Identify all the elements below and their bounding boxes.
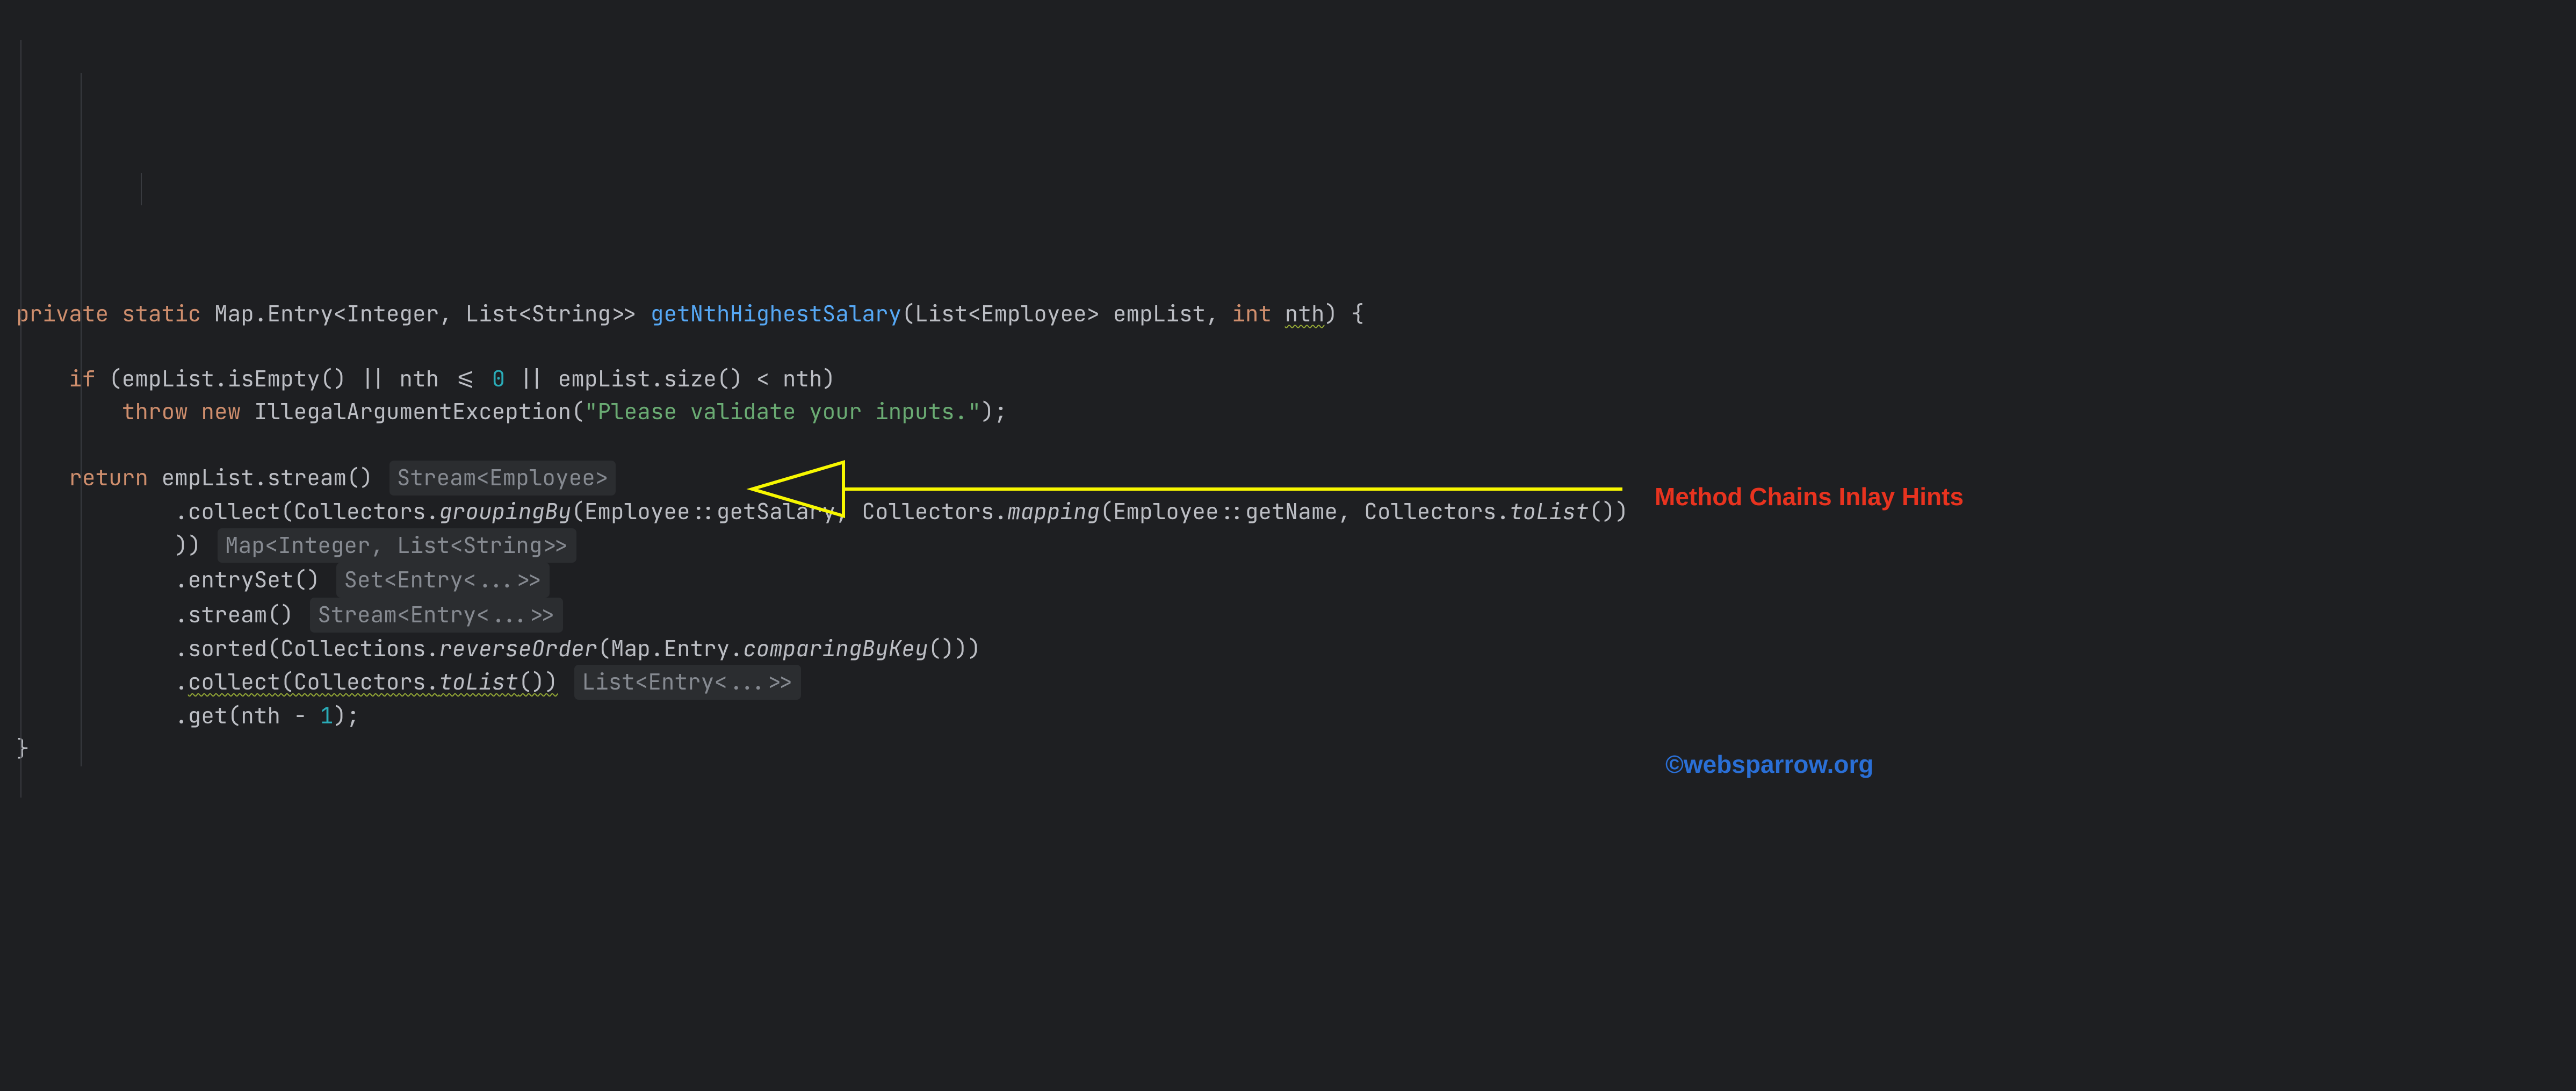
string-literal: "Please validate your inputs." [585, 397, 981, 426]
inlay-hint-map[interactable]: Map<Integer, List<String>> [218, 528, 576, 563]
exception-type: IllegalArgumentException( [254, 397, 585, 426]
close-brace: } [16, 734, 30, 763]
param-nth: nth [1285, 299, 1325, 328]
inlay-hint-set[interactable]: Set<Entry<...>> [336, 563, 550, 598]
inlay-hint-list[interactable]: List<Entry<...>> [574, 665, 801, 700]
collect2-close: ()) [518, 667, 558, 697]
indent-guide [141, 173, 142, 205]
collect-mid: (Employee::getSalary, Collectors. [571, 497, 1007, 526]
keyword-throw: throw [122, 397, 188, 426]
inlay-hint-stream-employee[interactable]: Stream<Employee> [389, 461, 616, 496]
method-name: getNthHighestSalary [651, 299, 901, 328]
keyword-private: private [16, 299, 109, 328]
collect-mid2: (Employee::getName, Collectors. [1100, 497, 1510, 526]
code-editor[interactable]: private static Map.Entry<Integer, List<S… [0, 261, 2576, 765]
keyword-int: int [1232, 299, 1272, 328]
comparingbykey: comparingByKey [743, 634, 928, 663]
tolist2: toList [439, 667, 518, 697]
stream-call: empList.stream() [148, 463, 373, 492]
collect2-dot: . [175, 667, 188, 697]
if-cond-2: || empList.size() < nth) [505, 364, 835, 393]
params-open: (List<Employee> empList, [901, 299, 1232, 328]
collect-call: .collect(Collectors. [175, 497, 439, 526]
if-cond: (empList.isEmpty() || nth <= [96, 364, 492, 393]
indent-guide [20, 40, 21, 798]
keyword-if: if [69, 364, 95, 393]
tolist: toList [1510, 497, 1589, 526]
groupingby: groupingBy [439, 497, 571, 526]
sorted-call: .sorted(Collections. [175, 634, 439, 663]
collect-end: ()) [1589, 497, 1628, 526]
entryset-call: .entrySet() [175, 565, 320, 594]
sorted-mid: (Map.Entry. [597, 634, 743, 663]
keyword-static: static [122, 299, 201, 328]
reverseorder: reverseOrder [439, 634, 597, 663]
collect-close: )) [175, 531, 201, 560]
exception-close: ); [981, 397, 1007, 426]
literal-zero: 0 [492, 364, 506, 393]
get-close: ); [333, 701, 359, 730]
return-type: Map.Entry<Integer, List<String>> [214, 299, 637, 328]
keyword-new: new [201, 397, 241, 426]
sorted-close: ())) [928, 634, 980, 663]
literal-one: 1 [320, 701, 334, 730]
get-call: .get(nth - [175, 701, 320, 730]
collect2-call: collect(Collectors.toList()) [188, 667, 558, 697]
inlay-hint-stream-entry[interactable]: Stream<Entry<...>> [310, 598, 563, 633]
stream2-call: .stream() [175, 600, 293, 629]
paren-close: ) { [1324, 299, 1364, 328]
copyright-label: ©websparrow.org [1665, 746, 1873, 783]
mapping: mapping [1007, 497, 1100, 526]
annotation-label: Method Chains Inlay Hints [1655, 478, 1964, 515]
indent-guide [81, 73, 82, 766]
